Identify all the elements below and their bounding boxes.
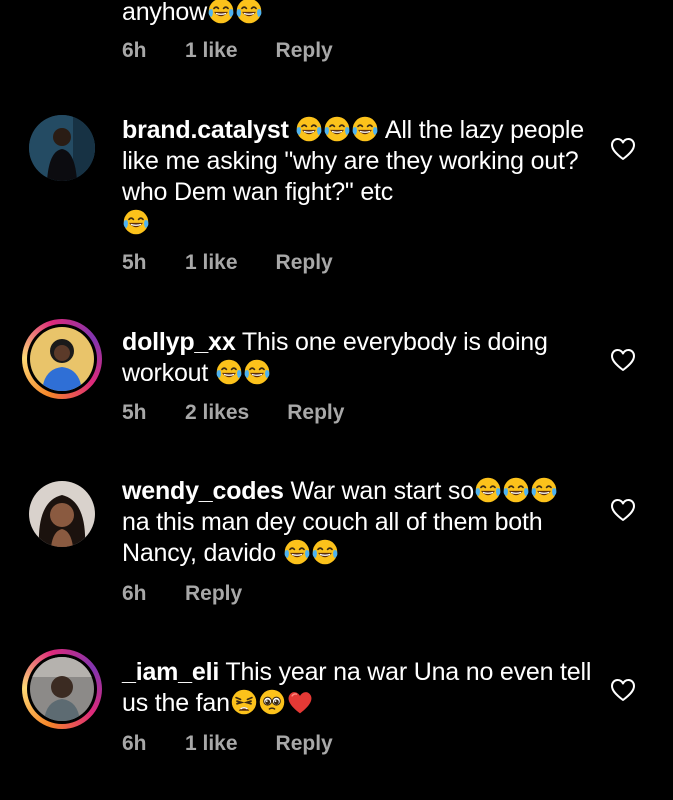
- avatar[interactable]: [22, 649, 102, 729]
- laughing-emoji: [283, 538, 311, 566]
- comment-username[interactable]: brand.catalyst: [122, 116, 289, 144]
- avatar[interactable]: [22, 474, 102, 554]
- laughing-emoji: [235, 0, 263, 25]
- avatar[interactable]: [22, 319, 102, 399]
- laughing-emoji: [243, 358, 271, 386]
- avatar-image: [30, 657, 94, 721]
- comment-meta: 5h 2 likes Reply: [122, 401, 344, 425]
- comment-meta: 6h 1 like Reply: [122, 39, 333, 63]
- comment-body: War wan start so: [290, 477, 475, 505]
- comment-likes[interactable]: 2 likes: [185, 401, 249, 425]
- comment-meta: 6h 1 like Reply: [122, 732, 333, 756]
- comment-meta: 6h Reply: [122, 582, 242, 606]
- comment-text: _iam_eli This year na war Una no even te…: [122, 657, 592, 719]
- comment-text: dollyp_xx This one everybody is doing wo…: [122, 327, 592, 389]
- laughing-emoji: [530, 476, 558, 504]
- comment-likes[interactable]: 1 like: [185, 251, 238, 275]
- laughing-emoji: [311, 538, 339, 566]
- red-heart-emoji: [286, 688, 314, 716]
- laughing-emoji: [351, 115, 379, 143]
- like-heart-icon[interactable]: [610, 348, 636, 372]
- comment-likes[interactable]: 1 like: [185, 39, 238, 63]
- reply-button[interactable]: Reply: [276, 39, 333, 63]
- comment-time: 6h: [122, 732, 147, 755]
- comment-body: anyhow: [122, 0, 207, 26]
- like-heart-icon[interactable]: [610, 678, 636, 702]
- like-heart-icon[interactable]: [610, 137, 636, 161]
- comment-text: wendy_codes War wan start so na this man…: [122, 476, 592, 569]
- avatar-image: [29, 115, 95, 181]
- comment-meta: 5h 1 like Reply: [122, 251, 333, 275]
- reply-button[interactable]: Reply: [276, 251, 333, 275]
- comment-username[interactable]: _iam_eli: [122, 658, 219, 686]
- reply-button[interactable]: Reply: [185, 582, 242, 606]
- avatar[interactable]: [22, 108, 102, 188]
- comment-time: 6h: [122, 582, 147, 605]
- comment-time: 5h: [122, 251, 147, 274]
- avatar-image: [29, 481, 95, 547]
- comment-likes[interactable]: 1 like: [185, 732, 238, 756]
- comment-time: 5h: [122, 401, 147, 424]
- laughing-emoji: [215, 358, 243, 386]
- comment-username[interactable]: dollyp_xx: [122, 328, 236, 356]
- laughing-emoji: [323, 115, 351, 143]
- weary-emoji: [230, 688, 258, 716]
- laughing-emoji: [207, 0, 235, 25]
- reply-button[interactable]: Reply: [287, 401, 344, 425]
- comment-username[interactable]: wendy_codes: [122, 477, 284, 505]
- reply-button[interactable]: Reply: [276, 732, 333, 756]
- comment-text: anyhow: [122, 0, 592, 28]
- like-heart-icon[interactable]: [610, 498, 636, 522]
- laughing-emoji: [502, 476, 530, 504]
- laughing-emoji: [122, 208, 150, 236]
- avatar-image: [30, 327, 94, 391]
- pleading-emoji: [258, 688, 286, 716]
- comment-text: brand.catalyst All the lazy people like …: [122, 115, 592, 239]
- laughing-emoji: [474, 476, 502, 504]
- comment-time: 6h: [122, 39, 147, 62]
- laughing-emoji: [295, 115, 323, 143]
